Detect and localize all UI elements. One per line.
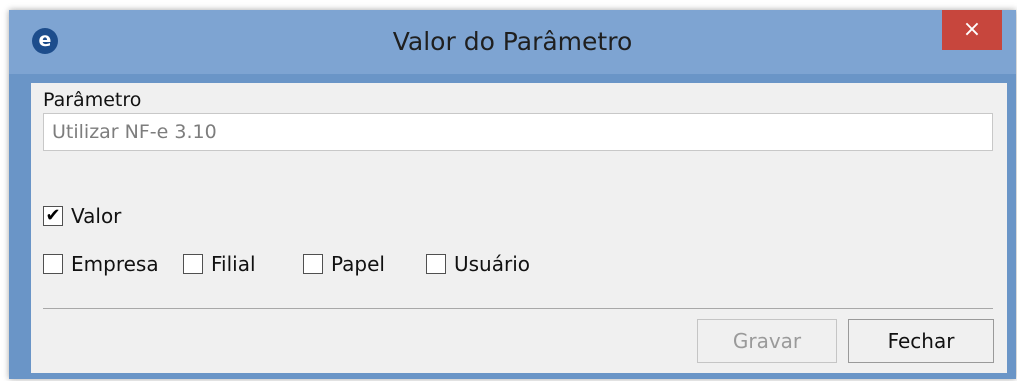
parametro-field[interactable]: Utilizar NF-e 3.10 [43,113,993,151]
checkbox-box[interactable]: ✔ [43,206,63,226]
title-bar[interactable]: e Valor do Parâmetro × [9,10,1016,74]
gravar-button[interactable]: Gravar [697,319,837,363]
checkbox-box[interactable] [426,254,446,274]
valor-checkbox[interactable]: ✔ Valor [43,203,121,229]
separator [43,308,993,309]
valor-label: Valor [71,204,122,228]
papel-label: Papel [331,252,385,276]
empresa-label: Empresa [71,252,159,276]
checkbox-box[interactable] [43,254,63,274]
usuario-label: Usuário [454,252,531,276]
papel-checkbox[interactable]: Papel [303,251,385,277]
checkbox-box[interactable] [303,254,323,274]
filial-checkbox[interactable]: Filial [183,251,256,277]
parametro-label: Parâmetro [43,89,142,111]
usuario-checkbox[interactable]: Usuário [426,251,530,277]
empresa-checkbox[interactable]: Empresa [43,251,159,277]
filial-label: Filial [211,252,256,276]
checkbox-box[interactable] [183,254,203,274]
close-button[interactable]: × [942,10,1002,50]
dialog-body: Parâmetro Utilizar NF-e 3.10 ✔ Valor Emp… [31,83,1007,373]
window-title: Valor do Parâmetro [392,27,633,56]
fechar-button[interactable]: Fechar [848,319,994,363]
dialog-window: e Valor do Parâmetro × Parâmetro Utiliza… [9,10,1016,379]
